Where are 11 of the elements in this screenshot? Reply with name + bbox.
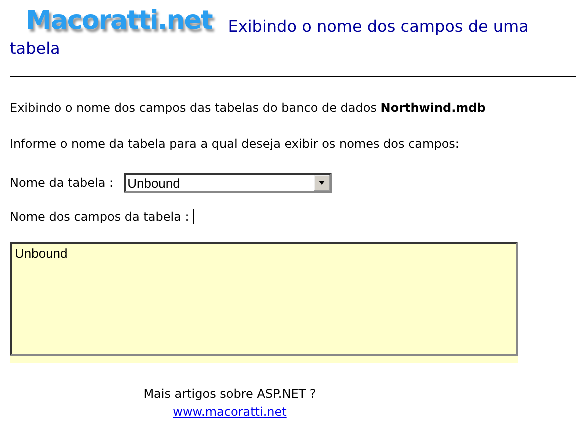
fields-label: Nome dos campos da tabela : [10,210,190,224]
logo: Macoratti.net [26,10,212,32]
intro-text: Exibindo o nome dos campos das tabelas do banco de dados Northwind.mdb [10,101,487,115]
site-link[interactable]: www.macoratti.net [173,405,287,419]
table-label: Nome da tabela : [10,176,114,190]
page-title: Exibindo o nome dos campos de uma [228,16,529,38]
fields-output-field[interactable]: Unbound [10,242,518,356]
table-select[interactable]: Unbound [124,173,332,193]
page-title: tabela [10,38,60,60]
footer-text: Mais artigos sobre ASP.NET ? [142,386,318,403]
instruction-text: Informe o nome da tabela para a qual deseja exibir os nomes dos campos: [10,137,460,151]
